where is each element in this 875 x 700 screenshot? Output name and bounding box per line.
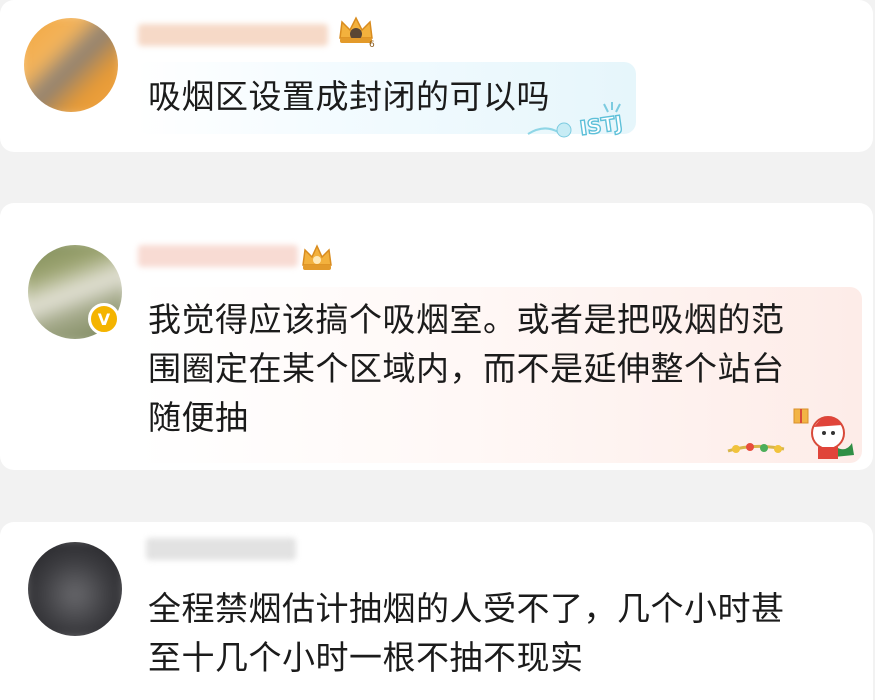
istj-sticker-icon: ISTJ [524, 98, 652, 142]
comment-line: 围圈定在某个区域内，而不是延伸整个站台 [148, 349, 785, 388]
username-blurred[interactable] [138, 245, 298, 267]
comment-line: 至十几个小时一根不抽不现实 [148, 638, 584, 677]
comment-text: 吸烟区设置成封闭的可以吗 [148, 72, 550, 121]
comment-card: 全程禁烟估计抽烟的人受不了，几个小时甚 至十几个小时一根不抽不现实 [0, 522, 873, 700]
comment-line: 全程禁烟估计抽烟的人受不了，几个小时甚 [148, 589, 785, 628]
crown-icon [300, 243, 334, 275]
avatar[interactable] [24, 18, 118, 112]
username-blurred[interactable] [138, 24, 328, 46]
comment-text: 全程禁烟估计抽烟的人受不了，几个小时甚 至十几个小时一根不抽不现实 [148, 584, 785, 682]
svg-text:6: 6 [369, 40, 375, 48]
avatar[interactable] [28, 542, 122, 636]
username-blurred[interactable] [146, 538, 296, 560]
comment-card: V 我觉得应该搞个吸烟室。或者是把吸烟的范 围圈定在某个区域内，而不是延伸整个站… [0, 203, 873, 470]
comment-line: 吸烟区设置成封闭的可以吗 [148, 77, 550, 116]
crown-icon: 6 [336, 14, 376, 50]
comment-line: 我觉得应该搞个吸烟室。或者是把吸烟的范 [148, 300, 785, 339]
svg-text:ISTJ: ISTJ [578, 111, 624, 141]
comment-text: 我觉得应该搞个吸烟室。或者是把吸烟的范 围圈定在某个区域内，而不是延伸整个站台 … [148, 295, 785, 442]
comment-card: 6 吸烟区设置成封闭的可以吗 ISTJ [0, 0, 873, 152]
christmas-santa-icon [724, 403, 860, 463]
comment-line: 随便抽 [148, 398, 249, 437]
verified-badge: V [88, 303, 120, 335]
